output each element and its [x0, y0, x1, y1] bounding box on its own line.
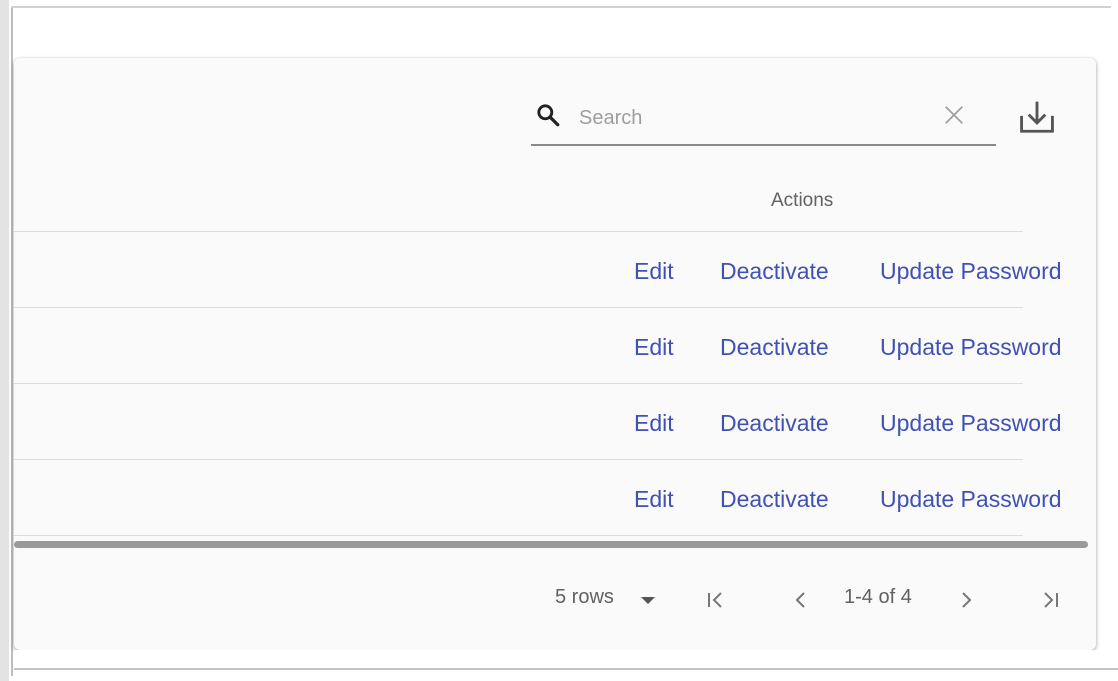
deactivate-link[interactable]: Deactivate [720, 258, 829, 285]
table-row: Edit Deactivate Update Password [14, 232, 1096, 308]
first-page-icon[interactable] [704, 588, 728, 612]
deactivate-link[interactable]: Deactivate [720, 486, 829, 513]
chevron-left-icon[interactable] [789, 588, 813, 612]
edit-link[interactable]: Edit [634, 410, 674, 437]
caret-down-icon[interactable] [641, 597, 655, 604]
window-bottom-area [14, 650, 1118, 681]
close-icon[interactable] [943, 104, 965, 126]
edit-link[interactable]: Edit [634, 486, 674, 513]
table-row: Edit Deactivate Update Password [14, 384, 1096, 460]
search-field [531, 96, 996, 146]
row-divider [14, 535, 1023, 536]
last-page-icon[interactable] [1038, 588, 1062, 612]
window-bottom-border [14, 668, 1118, 670]
edit-link[interactable]: Edit [634, 258, 674, 285]
window-left-border [11, 8, 13, 676]
chevron-right-icon[interactable] [954, 588, 978, 612]
update-password-link[interactable]: Update Password [880, 258, 1062, 285]
deactivate-link[interactable]: Deactivate [720, 410, 829, 437]
window-left-edge [0, 0, 9, 681]
window-top-border [11, 6, 1111, 8]
search-input[interactable] [579, 104, 919, 132]
users-table-card: Actions Edit Deactivate Update Password … [14, 58, 1096, 650]
table-row: Edit Deactivate Update Password [14, 460, 1096, 536]
update-password-link[interactable]: Update Password [880, 486, 1062, 513]
page-range-label: 1-4 of 4 [844, 586, 912, 608]
rows-per-page-select[interactable]: 5 rows [555, 586, 614, 609]
deactivate-link[interactable]: Deactivate [720, 334, 829, 361]
actions-column-header: Actions [771, 190, 834, 211]
download-icon[interactable] [1018, 99, 1056, 135]
search-icon [537, 104, 560, 127]
horizontal-scrollbar[interactable] [14, 541, 1088, 548]
update-password-link[interactable]: Update Password [880, 334, 1062, 361]
table-row: Edit Deactivate Update Password [14, 308, 1096, 384]
update-password-link[interactable]: Update Password [880, 410, 1062, 437]
edit-link[interactable]: Edit [634, 334, 674, 361]
screen: Actions Edit Deactivate Update Password … [0, 0, 1118, 681]
